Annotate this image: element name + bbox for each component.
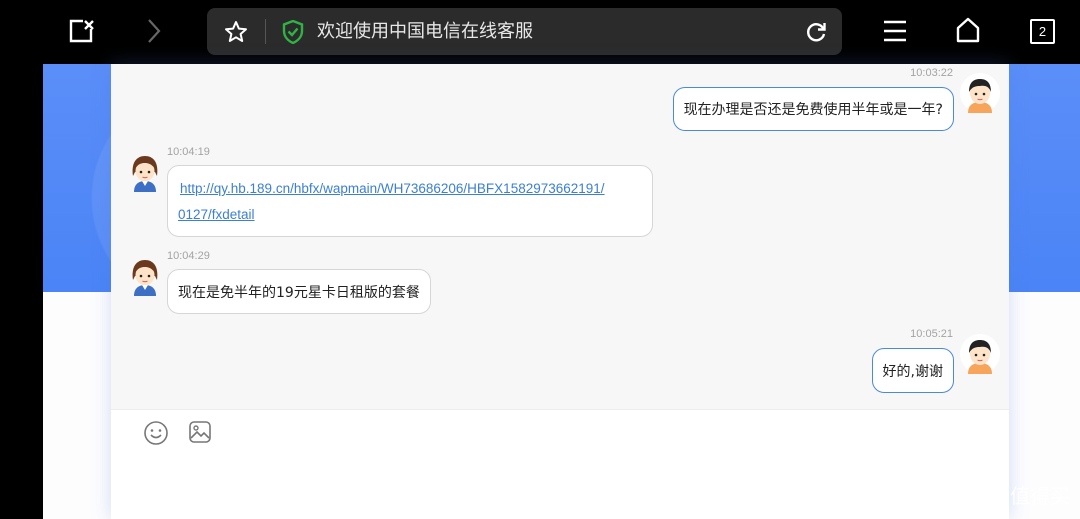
agent-avatar (125, 256, 165, 296)
agent-avatar (125, 152, 165, 192)
shield-check-icon (281, 19, 305, 45)
emoji-icon[interactable] (143, 420, 169, 446)
reload-icon[interactable] (803, 19, 829, 45)
message-text: 好的,谢谢 (882, 363, 943, 380)
user-avatar (960, 334, 1000, 374)
menu-icon[interactable] (882, 18, 908, 44)
chevron-right-icon[interactable] (140, 16, 168, 46)
message-text: 现在办理是否还是免费使用半年或是一年? (683, 102, 943, 118)
tabs-icon[interactable]: 2 (1030, 19, 1055, 44)
watermark-text: 什么值得买 (970, 483, 1070, 508)
watermark: 值 什么值得买 (932, 479, 1070, 509)
page-title: 欢迎使用中国电信在线客服 (317, 21, 533, 42)
message-list[interactable]: 10:03:22 现在办理是否还是免费使用半年或是一年? 10:04:19 ht… (111, 64, 1009, 409)
message-text: 现在是免半年的19元星卡日租版的套餐 (178, 284, 420, 301)
agent-message-bubble: http://qy.hb.189.cn/hbfx/wapmain/WH73686… (167, 165, 653, 237)
message-time: 10:04:29 (167, 250, 210, 262)
chat-panel: 10:03:22 现在办理是否还是免费使用半年或是一年? 10:04:19 ht… (111, 64, 1009, 519)
link-line-1[interactable]: http://qy.hb.189.cn/hbfx/wapmain/WH73686… (180, 181, 605, 196)
home-icon[interactable] (954, 16, 982, 44)
close-page-icon[interactable] (66, 16, 96, 46)
user-avatar (960, 73, 1000, 113)
message-time: 10:04:19 (167, 146, 210, 158)
user-message-bubble: 现在办理是否还是免费使用半年或是一年? (672, 87, 954, 131)
separator (265, 19, 266, 44)
watermark-logo: 值 (932, 479, 962, 509)
user-message-bubble: 好的,谢谢 (871, 348, 954, 393)
agent-message-bubble: 现在是免半年的19元星卡日租版的套餐 (167, 269, 431, 314)
address-bar[interactable]: 欢迎使用中国电信在线客服 (207, 8, 842, 55)
page-viewport: 10:03:22 现在办理是否还是免费使用半年或是一年? 10:04:19 ht… (0, 64, 1080, 519)
tab-count: 2 (1038, 24, 1047, 39)
browser-toolbar: 欢迎使用中国电信在线客服 2 (0, 0, 1080, 64)
message-link[interactable]: http://qy.hb.189.cn/hbfx/wapmain/WH73686… (178, 176, 642, 228)
message-time: 10:05:21 (910, 328, 953, 340)
message-time: 10:03:22 (910, 67, 953, 79)
link-line-2[interactable]: 0127/fxdetail (178, 207, 255, 222)
message-composer[interactable] (111, 409, 1009, 519)
image-icon[interactable] (188, 420, 214, 446)
star-icon[interactable] (223, 19, 249, 45)
